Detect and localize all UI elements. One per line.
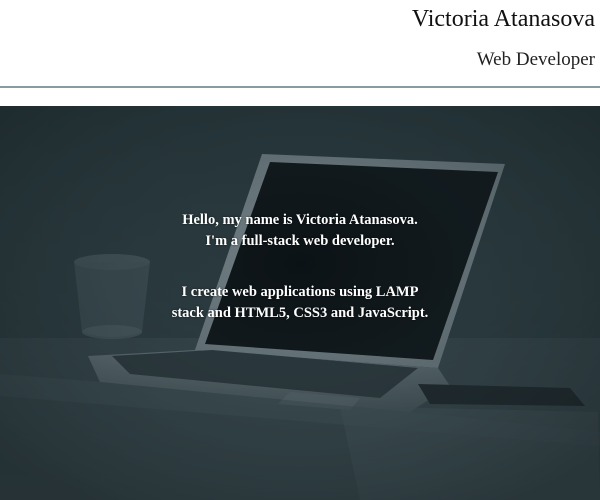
hero-section: Hello, my name is Victoria Atanasova. I'… — [0, 106, 600, 500]
skills-text: I create web applications using LAMP sta… — [130, 282, 470, 324]
site-header: Victoria Atanasova Web Developer — [0, 0, 600, 88]
site-role: Web Developer — [476, 49, 595, 70]
skills-line: stack and HTML5, CSS3 and JavaScript. — [171, 305, 429, 321]
skills-line: I create web applications using LAMP — [181, 284, 419, 300]
intro-line: Hello, my name is Victoria Atanasova. — [182, 212, 418, 228]
site-name: Victoria Atanasova — [411, 6, 595, 32]
page: Victoria Atanasova Web Developer Hello, … — [0, 0, 600, 500]
intro-line: I'm a full-stack web developer. — [205, 233, 395, 249]
intro-text: Hello, my name is Victoria Atanasova. I'… — [130, 210, 470, 252]
